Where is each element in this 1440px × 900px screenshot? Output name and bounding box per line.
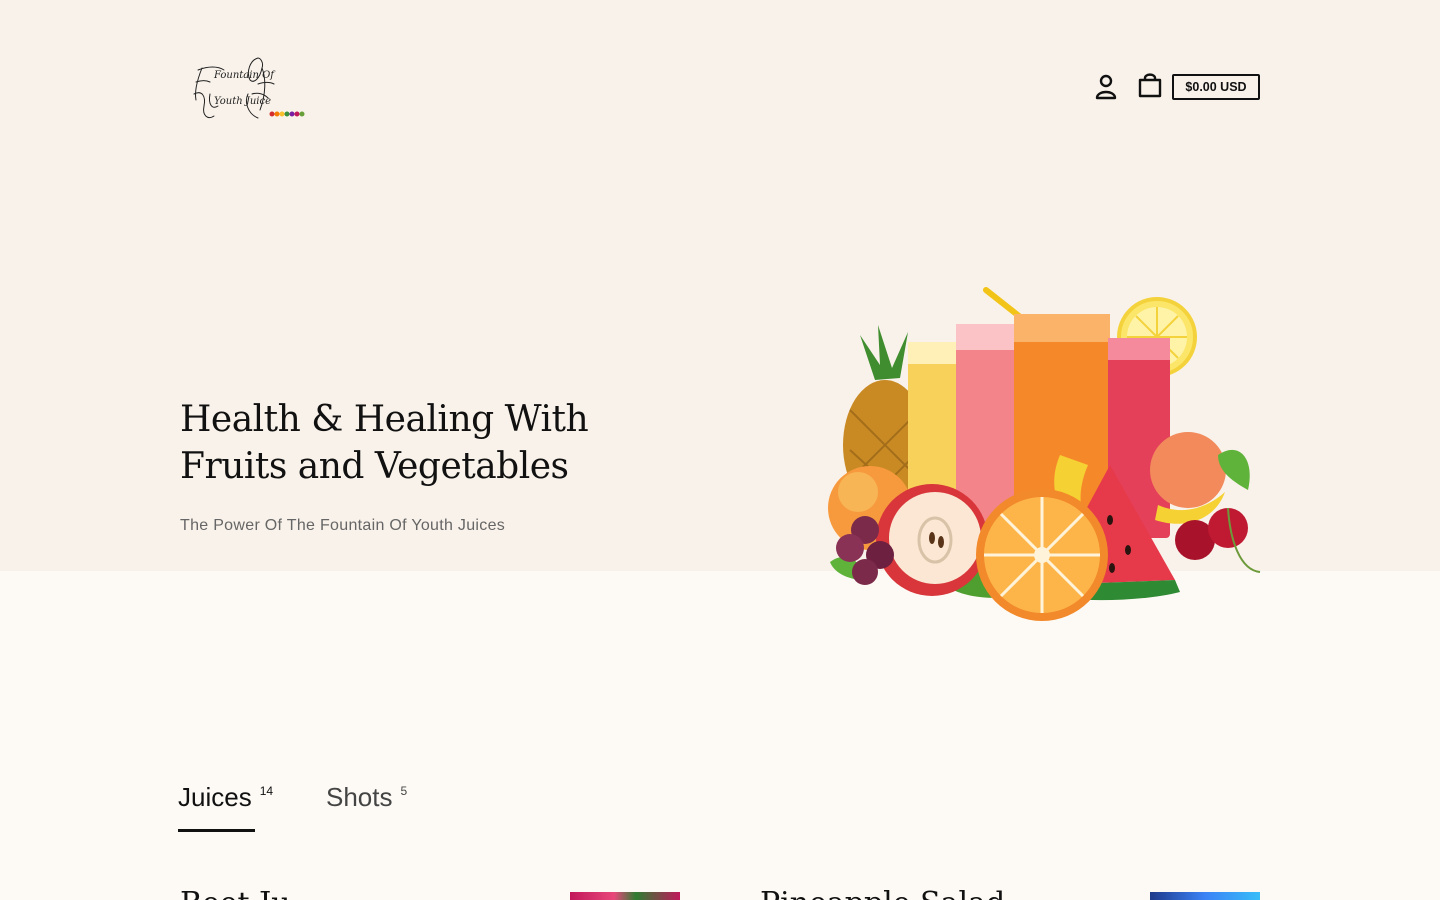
hero-fruit-juice-image: [820, 280, 1265, 625]
tab-shots[interactable]: Shots 5: [326, 780, 407, 814]
tab-shots-label: Shots: [326, 782, 393, 812]
shopping-bag-icon[interactable]: [1137, 72, 1163, 98]
tab-juices-label: Juices: [178, 782, 252, 812]
site-logo[interactable]: Fountain Of Youth Juice: [188, 54, 312, 124]
cart-total-button[interactable]: $0.00 USD: [1172, 74, 1260, 100]
tab-juices[interactable]: Juices 14: [178, 780, 273, 814]
hero-subtitle: The Power Of The Fountain Of Youth Juice…: [180, 517, 506, 534]
product-title-1[interactable]: Beet Ju...: [180, 884, 319, 900]
active-tab-indicator: [178, 829, 255, 832]
tab-shots-count: 5: [400, 784, 408, 798]
logo-line2: Youth Juice: [214, 96, 271, 107]
logo-script-graphic: Fountain Of Youth Juice: [193, 57, 305, 119]
logo-line1: Fountain Of: [213, 70, 276, 81]
hero-title: Health & Healing With Fruits and Vegetab…: [180, 399, 589, 487]
product-thumbnail-2[interactable]: [1150, 892, 1260, 900]
account-icon[interactable]: [1094, 72, 1118, 100]
logo-fruit-row-icon: [269, 111, 305, 117]
tab-juices-count: 14: [259, 784, 274, 798]
product-thumbnail-1[interactable]: [570, 892, 680, 900]
product-title-2[interactable]: Pineapple Salad: [760, 884, 1005, 900]
